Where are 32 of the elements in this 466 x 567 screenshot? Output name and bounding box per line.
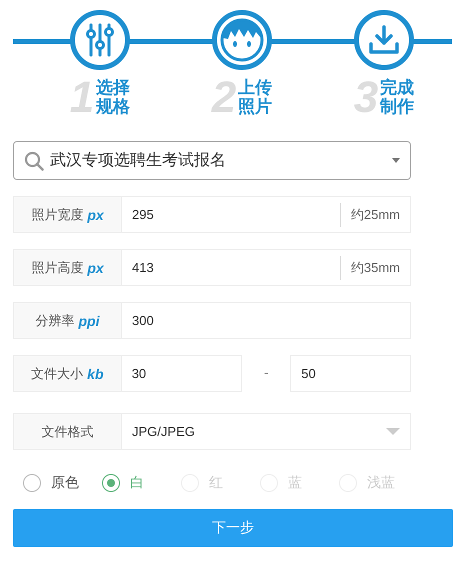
- step-label: 照片: [238, 98, 272, 117]
- step-label: 完成: [380, 79, 414, 98]
- unit-text: kb: [87, 366, 104, 382]
- input-field[interactable]: 50: [290, 355, 411, 392]
- caret-icon: [386, 428, 400, 435]
- step-label: 规格: [96, 98, 130, 117]
- face-icon: [220, 18, 264, 62]
- input-field[interactable]: 300: [122, 302, 411, 339]
- input-field[interactable]: 30: [122, 355, 242, 392]
- unit-note: 约35mm: [340, 256, 400, 280]
- field-label: 照片高度: [31, 260, 84, 276]
- unit-text: px: [87, 206, 104, 222]
- search-icon: [24, 150, 44, 170]
- field-label: 照片宽度: [31, 206, 84, 224]
- search-select[interactable]: 武汉专项选聘生考试报名: [13, 141, 411, 180]
- field-label: 文件格式: [42, 424, 94, 440]
- step-label: 上传: [238, 79, 272, 98]
- download-icon: [368, 24, 400, 56]
- input-field[interactable]: 295 约25mm: [122, 196, 411, 233]
- unit-text: ppi: [78, 312, 100, 328]
- unit-text: px: [87, 260, 104, 276]
- input-field[interactable]: 413 约35mm: [122, 249, 411, 286]
- format-select[interactable]: JPG/JPEG: [122, 413, 411, 450]
- step-label: 制作: [380, 98, 414, 117]
- step-label: 选择: [96, 79, 130, 98]
- caret-icon: [392, 158, 400, 163]
- color-radio[interactable]: 原色: [23, 474, 102, 492]
- range-separator: -: [263, 366, 270, 381]
- unit-note: 约25mm: [340, 202, 400, 226]
- field-label: 文件大小: [31, 366, 84, 382]
- field-label: 分辨率: [36, 312, 74, 330]
- sliders-icon: [85, 23, 115, 57]
